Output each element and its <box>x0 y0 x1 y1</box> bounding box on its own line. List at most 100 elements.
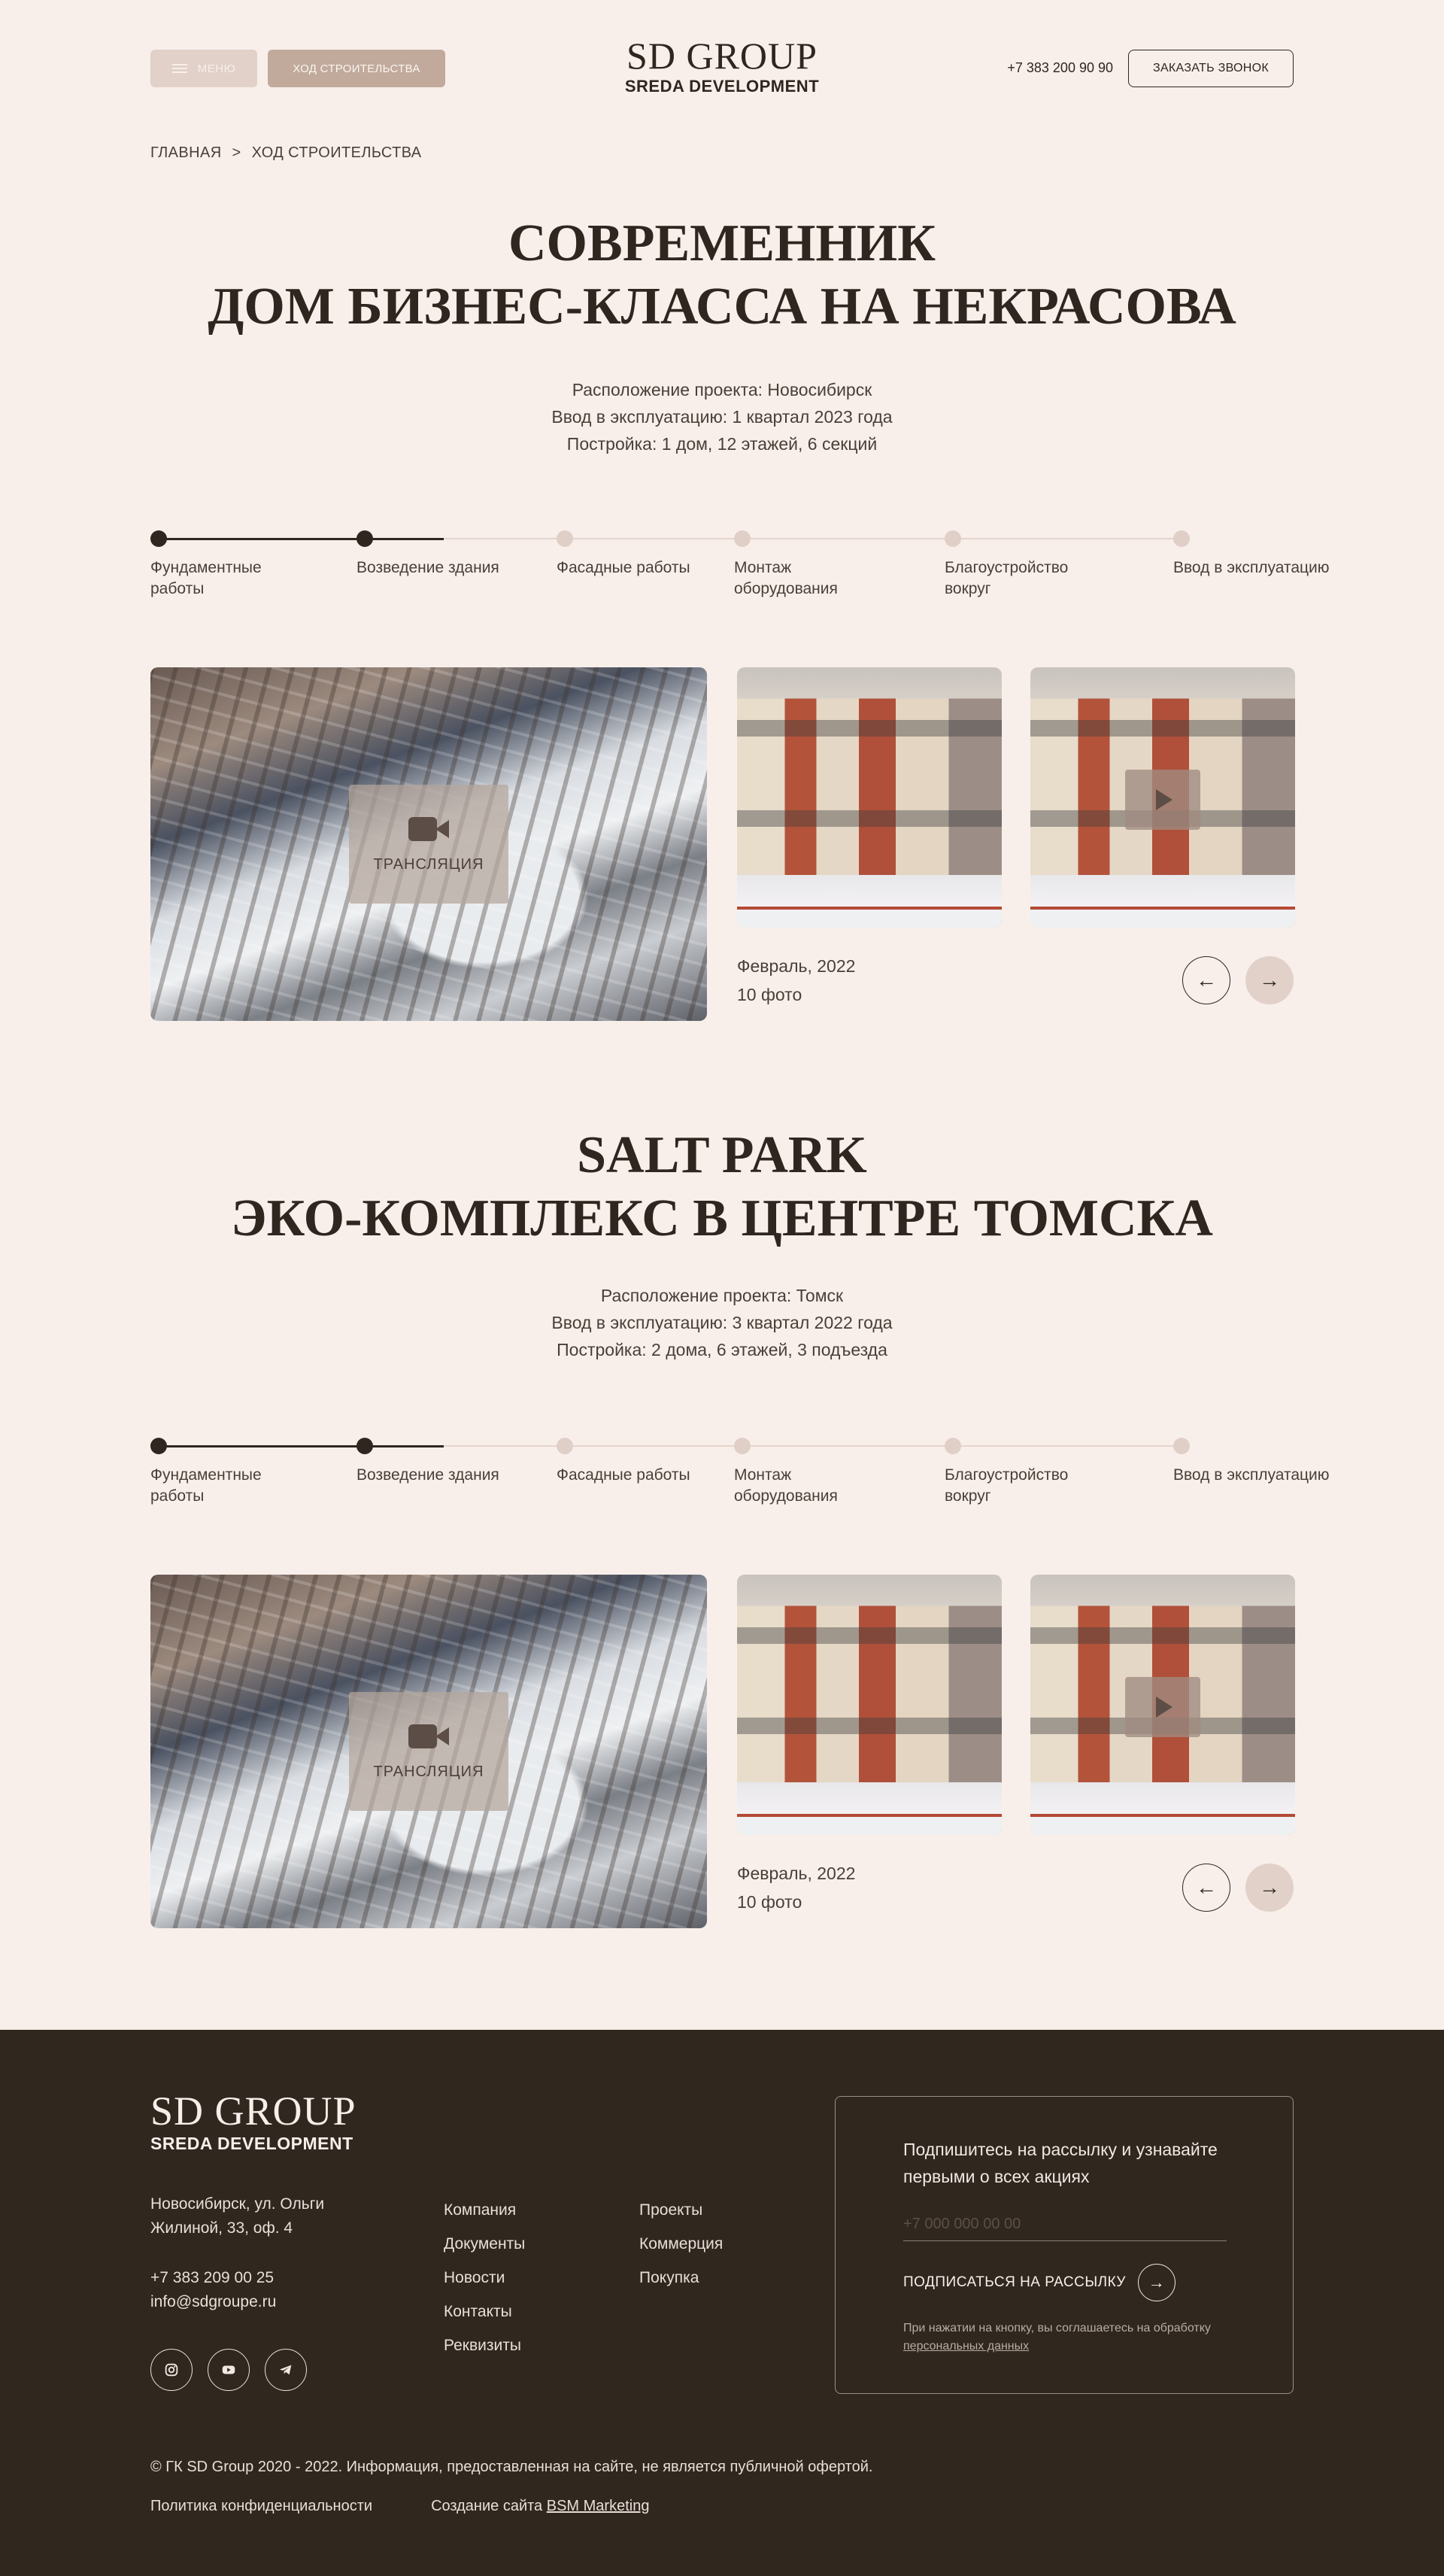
video-camera-icon <box>408 1723 449 1750</box>
project-title-line2: ЭКО-КОМПЛЕКС В ЦЕНТРЕ ТОМСКА <box>231 1189 1213 1247</box>
footer-logo[interactable]: SD GROUP SREDA DEVELOPMENT <box>150 2090 356 2154</box>
footer-email[interactable]: info@sdgroupe.ru <box>150 2290 276 2314</box>
timeline-step-commissioning: Ввод в эксплуатацию <box>1173 527 1330 579</box>
construction-timeline: Фундаментные работы Возведение здания Фа… <box>150 527 1330 617</box>
telegram-icon <box>279 2365 292 2375</box>
timeline-step-label: Фасадные работы <box>557 1466 690 1484</box>
timeline-step-label: Благоустройство вокруг <box>945 559 1069 597</box>
construction-video[interactable] <box>1030 1575 1295 1835</box>
footer-link-company[interactable]: Компания <box>444 2200 525 2220</box>
timeline-step-label: Ввод в эксплуатацию <box>1173 559 1330 576</box>
newsletter-text: Подпишитесь на рассылку и узнавайте перв… <box>903 2140 1218 2186</box>
timeline-dot <box>557 530 573 547</box>
newsletter-phone-input[interactable] <box>903 2208 1227 2241</box>
gallery-prev-button[interactable]: ← <box>1182 1864 1230 1912</box>
footer-link-commerce[interactable]: Коммерция <box>639 2234 723 2254</box>
timeline-step-label: Фасадные работы <box>557 559 690 576</box>
youtube-button[interactable] <box>208 2349 250 2391</box>
timeline-dot <box>1173 1438 1190 1454</box>
footer-link-purchase[interactable]: Покупка <box>639 2268 723 2288</box>
timeline-step-foundation: Фундаментные работы <box>150 527 331 600</box>
photo-count: 10 фото <box>737 1892 802 1912</box>
play-icon <box>1156 1697 1172 1718</box>
timeline-step-landscaping: Благоустройство вокруг <box>945 1434 1125 1507</box>
privacy-policy-link[interactable]: Политика конфиденциальности <box>150 2498 372 2515</box>
timeline-step-building: Возведение здания <box>356 527 537 579</box>
project-info: Расположение проекта: Новосибирск Ввод в… <box>0 376 1444 457</box>
arrow-right-icon: → <box>1259 1876 1280 1899</box>
live-stream-photo[interactable]: ТРАНСЛЯЦИЯ <box>150 1575 707 1928</box>
consent-note: При нажатии на кнопку, вы соглашаетесь н… <box>903 2319 1219 2356</box>
footer-address: Новосибирск, ул. Ольги Жилиной, 33, оф. … <box>150 2195 325 2237</box>
bsm-marketing-link[interactable]: BSM Marketing <box>547 2498 650 2514</box>
made-by-prefix: Создание сайта <box>431 2498 543 2514</box>
arrow-left-icon: ← <box>1196 1876 1217 1899</box>
construction-photo[interactable] <box>737 667 1002 928</box>
timeline-step-equipment: Монтаж оборудования <box>734 1434 915 1507</box>
timeline-step-landscaping: Благоустройство вокруг <box>945 527 1125 600</box>
play-button[interactable] <box>1125 770 1200 830</box>
photo-date: Февраль, 2022 <box>737 1864 856 1883</box>
timeline-step-label: Ввод в эксплуатацию <box>1173 1466 1330 1484</box>
footer-nav-company: Компания Документы Новости Контакты Рекв… <box>444 2200 525 2356</box>
social-links <box>150 2349 307 2391</box>
timeline-step-building: Возведение здания <box>356 1434 537 1486</box>
consent-note-text: При нажатии на кнопку, вы соглашаетесь н… <box>903 2322 1211 2334</box>
footer-bottom: Политика конфиденциальности Создание сай… <box>150 2498 649 2515</box>
timeline-step-label: Монтаж оборудования <box>734 559 838 597</box>
timeline-dot <box>1173 530 1190 547</box>
project-salt-park: SALT PARK ЭКО-КОМПЛЕКС В ЦЕНТРЕ ТОМСКА Р… <box>0 907 1444 1928</box>
play-icon <box>1156 789 1172 810</box>
project-title-line1: СОВРЕМЕННИК <box>508 214 936 272</box>
instagram-button[interactable] <box>150 2349 193 2391</box>
timeline-step-label: Возведение здания <box>356 1466 499 1484</box>
footer-link-contacts[interactable]: Контакты <box>444 2301 525 2322</box>
live-stream-overlay[interactable]: ТРАНСЛЯЦИЯ <box>349 785 508 904</box>
timeline-dot <box>734 530 751 547</box>
footer-phone[interactable]: +7 383 209 00 25 <box>150 2266 276 2290</box>
timeline-step-commissioning: Ввод в эксплуатацию <box>1173 1434 1330 1486</box>
project-location: Расположение проекта: Новосибирск <box>572 380 872 399</box>
live-stream-label: ТРАНСЛЯЦИЯ <box>373 855 484 873</box>
live-stream-label: ТРАНСЛЯЦИЯ <box>373 1763 484 1780</box>
project-building: Постройка: 1 дом, 12 этажей, 6 секций <box>566 434 878 454</box>
timeline-dot <box>734 1438 751 1454</box>
footer-logo-main: SD GROUP <box>150 2088 356 2134</box>
live-stream-overlay[interactable]: ТРАНСЛЯЦИЯ <box>349 1692 508 1811</box>
timeline-step-label: Благоустройство вокруг <box>945 1466 1069 1505</box>
timeline-step-label: Фундаментные работы <box>150 559 262 597</box>
footer-link-requisites[interactable]: Реквизиты <box>444 2335 525 2356</box>
project-title: SALT PARK ЭКО-КОМПЛЕКС В ЦЕНТРЕ ТОМСКА <box>0 1124 1444 1250</box>
timeline-dot <box>150 1438 167 1454</box>
copyright: © ГК SD Group 2020 - 2022. Информация, п… <box>150 2459 873 2475</box>
timeline-dot <box>150 530 167 547</box>
subscribe-button-label: ПОДПИСАТЬСЯ НА РАССЫЛКУ <box>903 2274 1126 2290</box>
project-title: СОВРЕМЕННИК ДОМ БИЗНЕС-КЛАССА НА НЕКРАСО… <box>0 212 1444 339</box>
footer-link-projects[interactable]: Проекты <box>639 2200 723 2220</box>
personal-data-link[interactable]: персональных данных <box>903 2340 1029 2353</box>
arrow-right-icon: → <box>1137 2264 1176 2301</box>
subscribe-button[interactable]: ПОДПИСАТЬСЯ НА РАССЫЛКУ → <box>903 2264 1176 2301</box>
timeline-dot <box>356 530 373 547</box>
gallery-next-button[interactable]: → <box>1245 1864 1294 1912</box>
footer-link-news[interactable]: Новости <box>444 2268 525 2288</box>
project-sovremennik: СОВРЕМЕННИК ДОМ БИЗНЕС-КЛАССА НА НЕКРАСО… <box>0 0 1444 1021</box>
play-button[interactable] <box>1125 1677 1200 1737</box>
photo-meta: Февраль, 2022 10 фото <box>737 1859 855 1916</box>
construction-photo[interactable] <box>737 1575 1002 1835</box>
youtube-icon <box>222 2365 235 2374</box>
project-commissioning: Ввод в эксплуатацию: 1 квартал 2023 года <box>551 407 893 427</box>
telegram-button[interactable] <box>265 2349 307 2391</box>
project-location: Расположение проекта: Томск <box>600 1286 844 1305</box>
project-building: Постройка: 2 дома, 6 этажей, 3 подъезда <box>557 1340 887 1359</box>
timeline-dot <box>557 1438 573 1454</box>
footer-link-documents[interactable]: Документы <box>444 2234 525 2254</box>
construction-video[interactable] <box>1030 667 1295 928</box>
timeline-step-foundation: Фундаментные работы <box>150 1434 331 1507</box>
project-info: Расположение проекта: Томск Ввод в экспл… <box>0 1282 1444 1363</box>
construction-timeline: Фундаментные работы Возведение здания Фа… <box>150 1434 1330 1524</box>
project-commissioning: Ввод в эксплуатацию: 3 квартал 2022 года <box>551 1313 893 1332</box>
photo-gallery: ТРАНСЛЯЦИЯ Февраль, 2022 10 фото ← → <box>150 1575 1295 1936</box>
footer-contacts: +7 383 209 00 25 info@sdgroupe.ru <box>150 2266 276 2314</box>
timeline-step-equipment: Монтаж оборудования <box>734 527 915 600</box>
